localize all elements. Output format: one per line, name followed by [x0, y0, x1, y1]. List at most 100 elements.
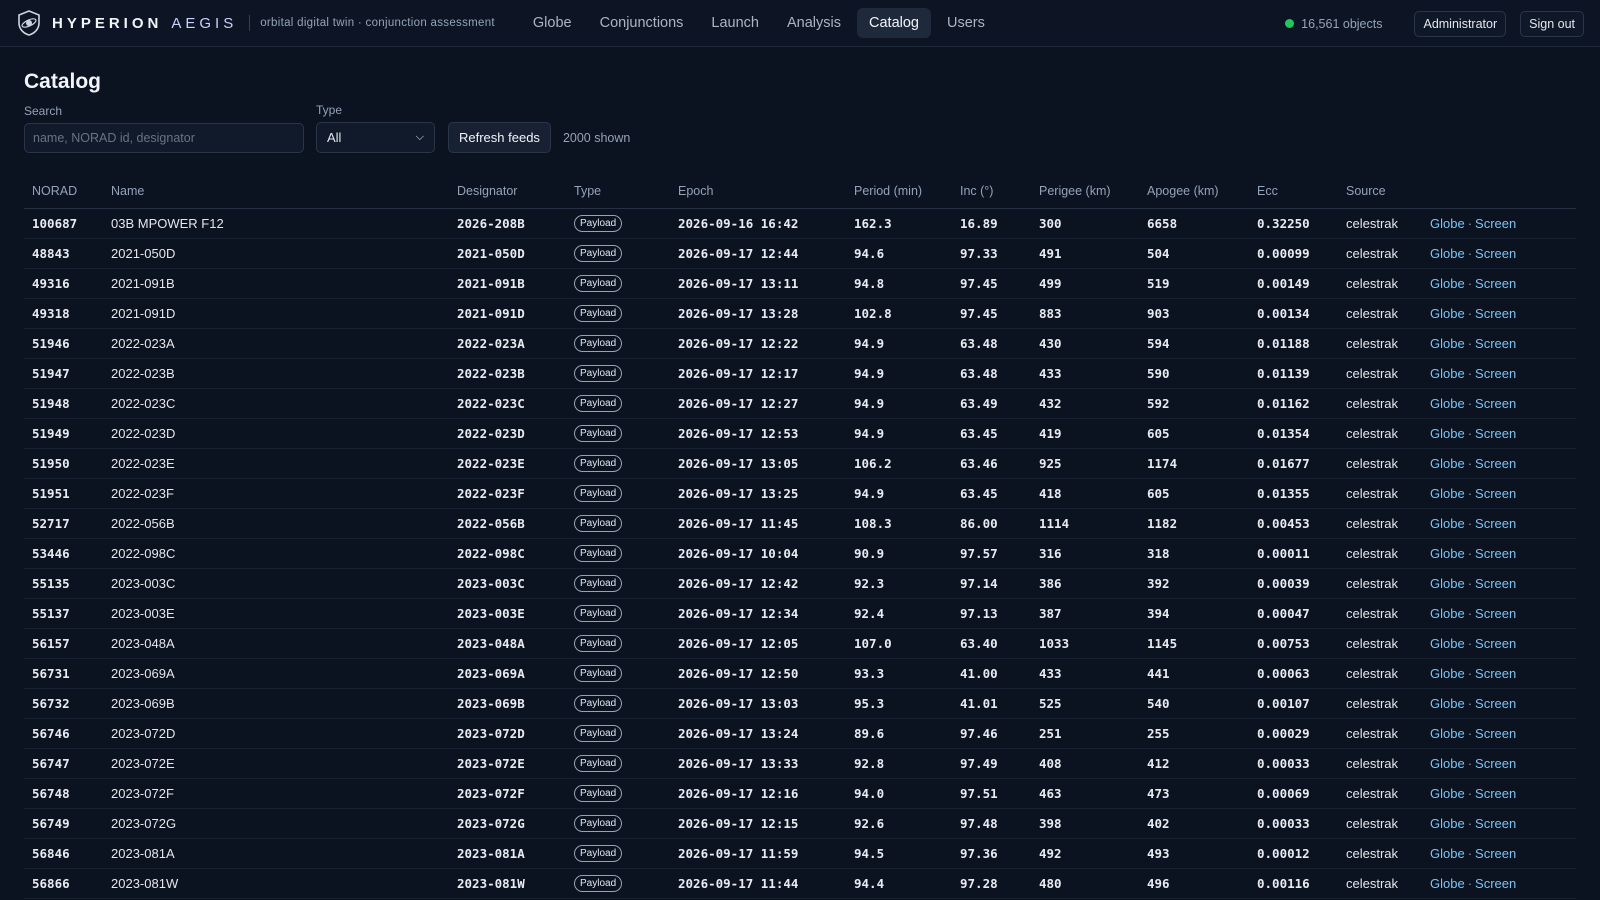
table-row[interactable]: 56732 2023-069B 2023-069B Payload 2026-09-17… [24, 688, 1576, 719]
globe-link[interactable]: Globe [1430, 366, 1465, 381]
screen-link[interactable]: Screen [1475, 336, 1516, 351]
user-menu-button[interactable]: Administrator [1414, 10, 1507, 37]
table-row[interactable]: 51951 2022-023F 2022-023F Payload 2026-09-17… [24, 478, 1576, 509]
table-row[interactable]: 56866 2023-081W 2023-081W Payload 2026-09-17… [24, 868, 1576, 899]
nav-globe[interactable]: Globe [521, 8, 584, 38]
globe-link[interactable]: Globe [1430, 576, 1465, 591]
table-row[interactable]: 51947 2022-023B 2022-023B Payload 2026-09-17… [24, 358, 1576, 389]
table-row[interactable]: 49318 2021-091D 2021-091D Payload 2026-09-17… [24, 298, 1576, 329]
table-row[interactable]: 56157 2023-048A 2023-048A Payload 2026-09-17… [24, 628, 1576, 659]
column-header[interactable]: Ecc [1249, 175, 1338, 209]
nav-catalog[interactable]: Catalog [857, 8, 931, 38]
table-row[interactable]: 56749 2023-072G 2023-072G Payload 2026-09-17… [24, 808, 1576, 839]
screen-link[interactable]: Screen [1475, 816, 1516, 831]
screen-link[interactable]: Screen [1475, 756, 1516, 771]
globe-link[interactable]: Globe [1430, 786, 1465, 801]
globe-link[interactable]: Globe [1430, 276, 1465, 291]
screen-link[interactable]: Screen [1475, 726, 1516, 741]
globe-link[interactable]: Globe [1430, 726, 1465, 741]
screen-link[interactable]: Screen [1475, 396, 1516, 411]
column-header[interactable]: Type [566, 175, 670, 209]
globe-link[interactable]: Globe [1430, 666, 1465, 681]
column-header[interactable]: Apogee (km) [1139, 175, 1249, 209]
table-row[interactable]: 49316 2021-091B 2021-091B Payload 2026-09-17… [24, 268, 1576, 299]
nav-users[interactable]: Users [935, 8, 997, 38]
column-header[interactable]: Epoch [670, 175, 846, 209]
eccentricity-cell: 0.00453 [1249, 508, 1338, 539]
screen-link[interactable]: Screen [1475, 516, 1516, 531]
table-row[interactable]: 56731 2023-069A 2023-069A Payload 2026-09-17… [24, 658, 1576, 689]
screen-link[interactable]: Screen [1475, 576, 1516, 591]
table-row[interactable]: 53446 2022-098C 2022-098C Payload 2026-09-17… [24, 538, 1576, 569]
globe-link[interactable]: Globe [1430, 456, 1465, 471]
screen-link[interactable]: Screen [1475, 486, 1516, 501]
screen-link[interactable]: Screen [1475, 426, 1516, 441]
apogee-cell: 441 [1139, 658, 1249, 689]
nav-analysis[interactable]: Analysis [775, 8, 853, 38]
table-row[interactable]: 56748 2023-072F 2023-072F Payload 2026-09-17… [24, 778, 1576, 809]
nav-conjunctions[interactable]: Conjunctions [588, 8, 696, 38]
column-header[interactable]: NORAD [24, 175, 103, 209]
screen-link[interactable]: Screen [1475, 696, 1516, 711]
globe-link[interactable]: Globe [1430, 486, 1465, 501]
globe-link[interactable]: Globe [1430, 426, 1465, 441]
column-header[interactable]: Perigee (km) [1031, 175, 1139, 209]
column-header[interactable]: Period (min) [846, 175, 952, 209]
globe-link[interactable]: Globe [1430, 816, 1465, 831]
table-row[interactable]: 51946 2022-023A 2022-023A Payload 2026-09-17… [24, 328, 1576, 359]
designator-cell: 2023-003C [449, 568, 566, 599]
screen-link[interactable]: Screen [1475, 276, 1516, 291]
epoch-cell: 2026-09-17 11:44 [670, 868, 846, 899]
table-row[interactable]: 56746 2023-072D 2023-072D Payload 2026-09-17… [24, 718, 1576, 749]
column-header[interactable] [1422, 175, 1576, 209]
globe-link[interactable]: Globe [1430, 516, 1465, 531]
globe-link[interactable]: Globe [1430, 876, 1465, 891]
table-row[interactable]: 56846 2023-081A 2023-081A Payload 2026-09-17… [24, 838, 1576, 869]
screen-link[interactable]: Screen [1475, 846, 1516, 861]
brand[interactable]: HYPERION AEGIS [16, 10, 237, 36]
screen-link[interactable]: Screen [1475, 606, 1516, 621]
table-row[interactable]: 51948 2022-023C 2022-023C Payload 2026-09-17… [24, 388, 1576, 419]
globe-link[interactable]: Globe [1430, 306, 1465, 321]
table-row[interactable]: 52717 2022-056B 2022-056B Payload 2026-09-17… [24, 508, 1576, 539]
designator-cell: 2023-081W [449, 868, 566, 899]
screen-link[interactable]: Screen [1475, 666, 1516, 681]
globe-link[interactable]: Globe [1430, 216, 1465, 231]
search-input[interactable] [24, 123, 304, 153]
screen-link[interactable]: Screen [1475, 636, 1516, 651]
table-row[interactable]: 48843 2021-050D 2021-050D Payload 2026-09-17… [24, 238, 1576, 269]
nav-launch[interactable]: Launch [699, 8, 771, 38]
globe-link[interactable]: Globe [1430, 846, 1465, 861]
globe-link[interactable]: Globe [1430, 396, 1465, 411]
globe-link[interactable]: Globe [1430, 336, 1465, 351]
period-cell: 102.8 [846, 298, 952, 329]
table-row[interactable]: 51950 2022-023E 2022-023E Payload 2026-09-17… [24, 448, 1576, 479]
screen-link[interactable]: Screen [1475, 456, 1516, 471]
screen-link[interactable]: Screen [1475, 306, 1516, 321]
column-header[interactable]: Inc (°) [952, 175, 1031, 209]
screen-link[interactable]: Screen [1475, 216, 1516, 231]
type-select[interactable]: All ⌵ [316, 122, 435, 153]
table-row[interactable]: 51949 2022-023D 2022-023D Payload 2026-09-17… [24, 418, 1576, 449]
column-header[interactable]: Source [1338, 175, 1422, 209]
sign-out-button[interactable]: Sign out [1520, 10, 1584, 37]
screen-link[interactable]: Screen [1475, 546, 1516, 561]
name-cell: 2023-072D [103, 718, 449, 749]
screen-link[interactable]: Screen [1475, 786, 1516, 801]
globe-link[interactable]: Globe [1430, 636, 1465, 651]
screen-link[interactable]: Screen [1475, 366, 1516, 381]
globe-link[interactable]: Globe [1430, 756, 1465, 771]
globe-link[interactable]: Globe [1430, 546, 1465, 561]
screen-link[interactable]: Screen [1475, 246, 1516, 261]
table-row[interactable]: 100687 03B MPOWER F12 2026-208B Payload 2026… [24, 208, 1576, 239]
refresh-feeds-button[interactable]: Refresh feeds [448, 122, 551, 153]
table-row[interactable]: 55135 2023-003C 2023-003C Payload 2026-09-17… [24, 568, 1576, 599]
column-header[interactable]: Designator [449, 175, 566, 209]
column-header[interactable]: Name [103, 175, 449, 209]
table-row[interactable]: 56747 2023-072E 2023-072E Payload 2026-09-17… [24, 748, 1576, 779]
globe-link[interactable]: Globe [1430, 696, 1465, 711]
screen-link[interactable]: Screen [1475, 876, 1516, 891]
table-row[interactable]: 55137 2023-003E 2023-003E Payload 2026-09-17… [24, 598, 1576, 629]
globe-link[interactable]: Globe [1430, 246, 1465, 261]
globe-link[interactable]: Globe [1430, 606, 1465, 621]
